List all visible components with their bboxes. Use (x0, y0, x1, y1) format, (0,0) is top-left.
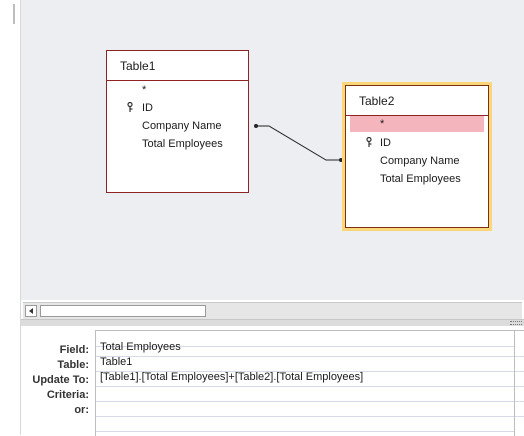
grid-criteria-row[interactable] (96, 386, 515, 402)
table2-field-company-name[interactable]: Company Name (380, 155, 459, 167)
grid-empty-row[interactable] (96, 416, 515, 432)
grid-table-row[interactable]: Table1 (96, 356, 515, 372)
field-cell[interactable]: Total Employees (100, 341, 181, 353)
row-label-criteria: Criteria: (46, 389, 89, 401)
table2-field-all[interactable]: * (350, 116, 484, 132)
key-icon (366, 137, 372, 147)
table2-field-total-employees[interactable]: Total Employees (380, 173, 461, 185)
table1-field-all[interactable]: * (142, 84, 146, 96)
scrollbar-thumb[interactable] (40, 305, 206, 317)
grid-field-row[interactable]: Total Employees (96, 341, 515, 357)
table1-field-list[interactable]: Table1 * ID Company Name Total Employees (106, 50, 249, 193)
grid-row[interactable] (515, 341, 524, 357)
grid-row[interactable] (515, 371, 524, 387)
left-arrow-icon[interactable] (25, 305, 37, 317)
table2-selection-outline: Table2 * ID Company Name Total Employees (342, 82, 492, 231)
grid-row[interactable] (515, 401, 524, 417)
row-label-table: Table: (57, 359, 89, 371)
table1-divider (107, 80, 248, 81)
table2-field-id[interactable]: ID (380, 137, 391, 149)
table1-field-company-name[interactable]: Company Name (142, 120, 221, 132)
row-label-field: Field: (59, 344, 89, 356)
table1-field-id[interactable]: ID (142, 102, 153, 114)
row-label-update-to: Update To: (32, 374, 89, 386)
grid-or-row[interactable] (96, 401, 515, 417)
row-label-or: or: (74, 404, 89, 416)
splitter-grip[interactable] (510, 321, 522, 325)
horizontal-scrollbar[interactable] (23, 302, 522, 319)
table2-field-list[interactable]: Table2 * ID Company Name Total Employees (345, 85, 489, 228)
key-icon (127, 102, 133, 112)
grid-row[interactable] (515, 356, 524, 372)
table2-title[interactable]: Table2 (359, 94, 394, 108)
table1-title[interactable]: Table1 (120, 59, 155, 73)
grid-row[interactable] (515, 386, 524, 402)
table-cell[interactable]: Table1 (100, 356, 132, 368)
update-to-cell[interactable]: [Table1].[Total Employees]+[Table2].[Tot… (100, 371, 363, 383)
design-grid: Field: Table: Update To: Criteria: or: T… (21, 326, 524, 436)
grid-column-1[interactable]: Total Employees Table1 [Table1].[Total E… (95, 330, 515, 436)
table1-field-total-employees[interactable]: Total Employees (142, 138, 223, 150)
grid-column-2[interactable] (514, 330, 524, 436)
grid-update-to-row[interactable]: [Table1].[Total Employees]+[Table2].[Tot… (96, 371, 515, 387)
